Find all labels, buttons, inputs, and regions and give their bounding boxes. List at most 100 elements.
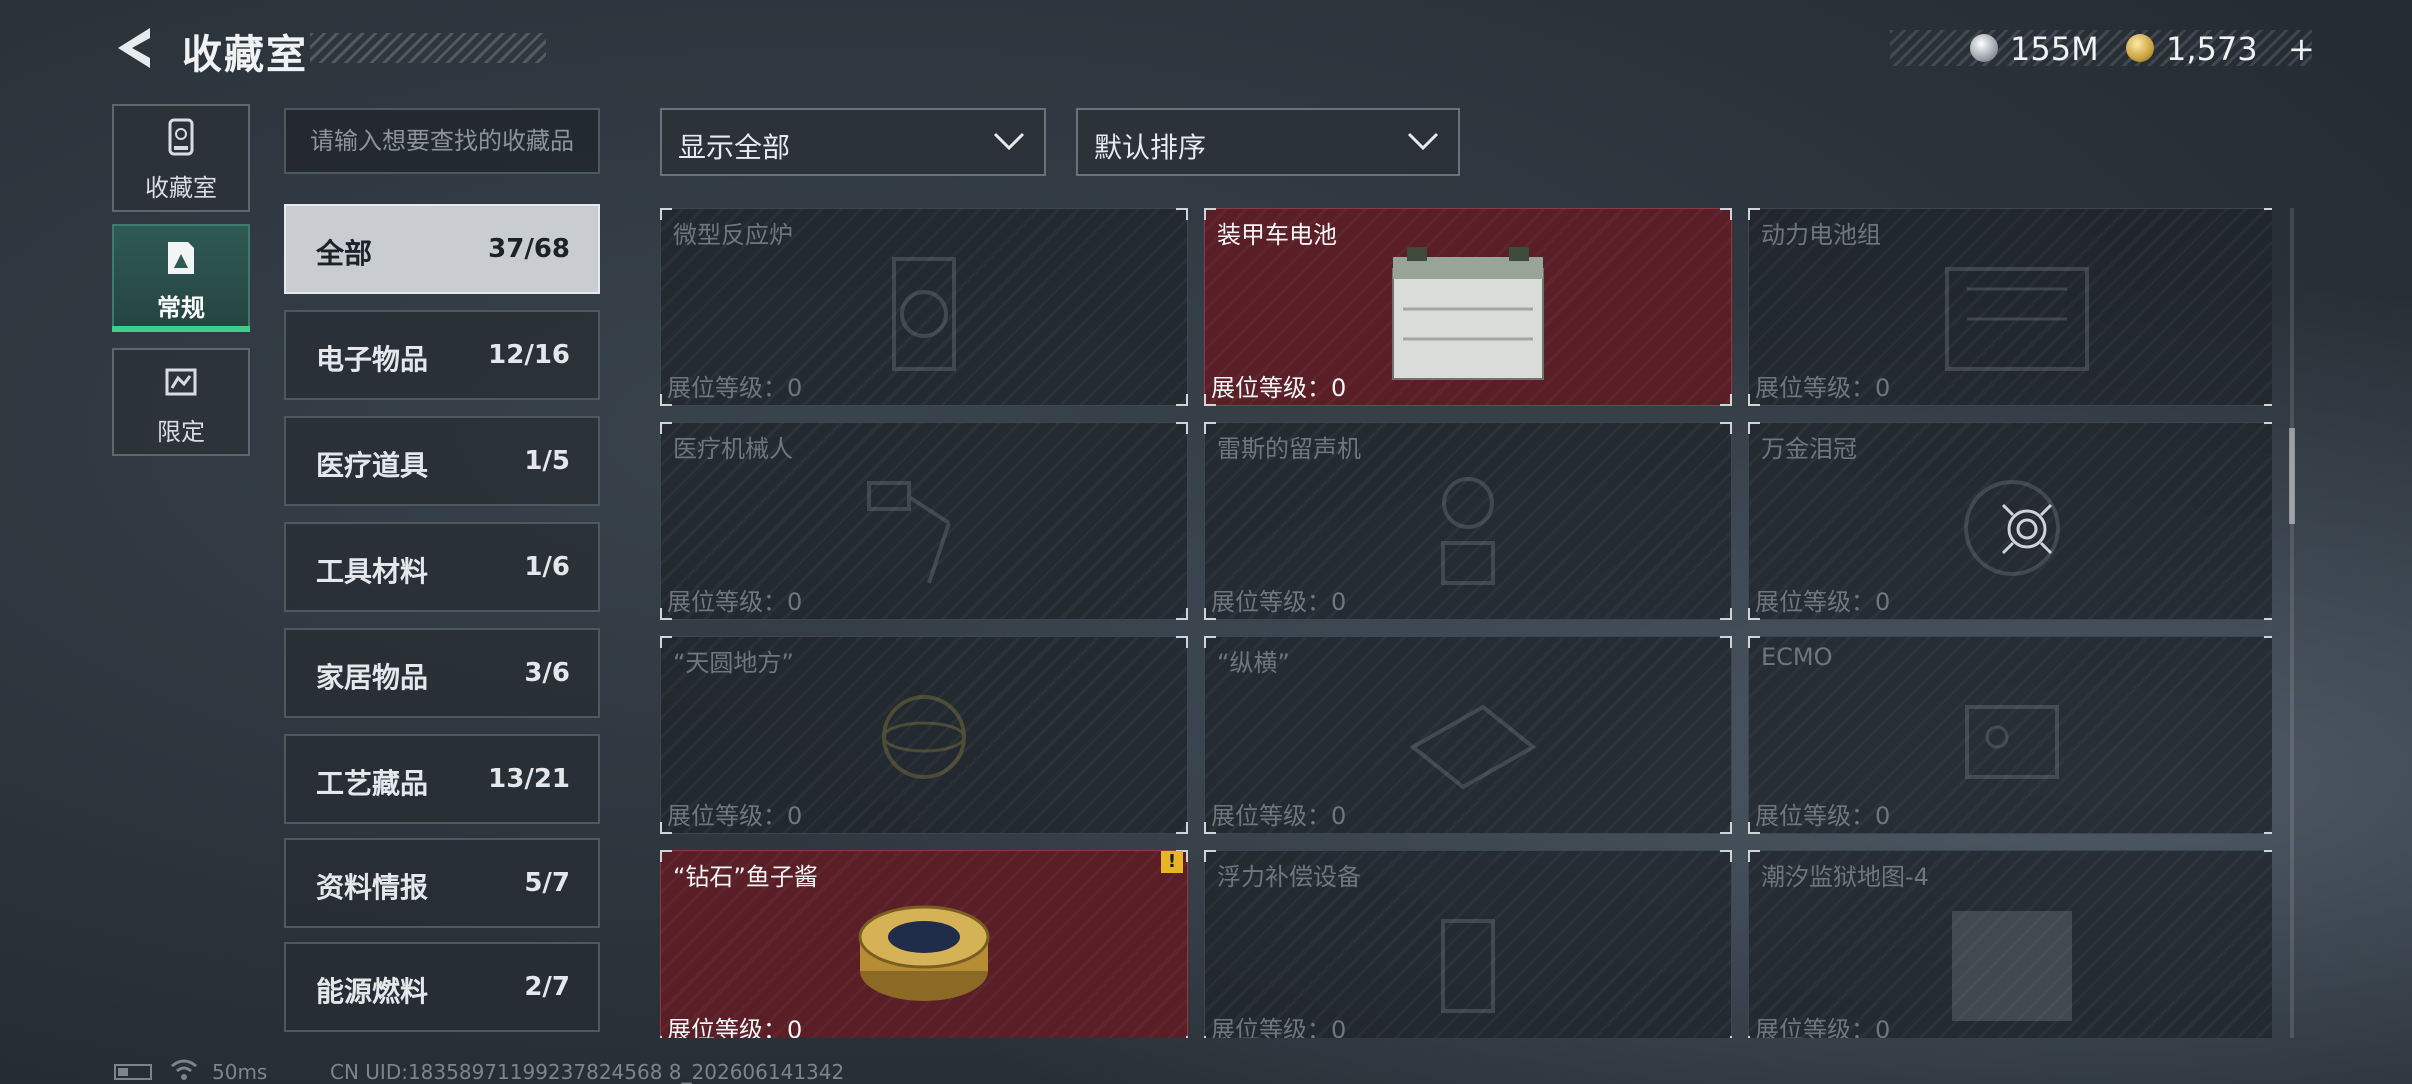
frame-icon <box>168 242 194 274</box>
category-name: 资料情报 <box>316 871 429 904</box>
tab-limited[interactable]: 限定 <box>112 348 250 456</box>
battery-pack-icon <box>1945 267 2089 371</box>
warning-badge-icon: ! <box>1161 851 1183 873</box>
scrollbar-track[interactable] <box>2290 208 2294 1038</box>
battery-icon <box>114 1064 152 1080</box>
add-currency-button[interactable]: + <box>2288 30 2315 68</box>
category-household[interactable]: 家居物品 3/6 <box>284 628 600 718</box>
item-card[interactable]: 雷斯的留声机 展位等级：0 <box>1204 422 1732 620</box>
category-count: 1/5 <box>524 446 570 476</box>
wifi-icon <box>171 1059 197 1080</box>
category-all[interactable]: 全部 37/68 <box>284 204 600 294</box>
currency-bar: 155M 1,573 + <box>1890 30 2315 68</box>
item-card[interactable]: 装甲车电池 展位等级：0 <box>1204 208 1732 406</box>
category-medical[interactable]: 医疗道具 1/5 <box>284 416 600 506</box>
item-card[interactable]: 万金泪冠 展位等级：0 <box>1748 422 2272 620</box>
item-name: ECMO <box>1761 643 1833 671</box>
gramophone-icon <box>1441 477 1495 585</box>
uid-text: CN UID:18358971199237824568 8_2026061413… <box>330 1060 845 1084</box>
item-name: 动力电池组 <box>1761 221 1881 249</box>
title-decoration <box>310 33 546 63</box>
item-card[interactable]: ! “钻石”鱼子酱 展位等级：0 <box>660 850 1188 1038</box>
robot-icon <box>867 481 951 584</box>
category-count: 2/7 <box>524 972 570 1002</box>
ping-text: 50ms <box>212 1060 268 1084</box>
item-level: 展位等级：0 <box>1755 1016 1891 1038</box>
item-card[interactable]: “天圆地方” 展位等级：0 <box>660 636 1188 834</box>
active-tab-indicator <box>112 326 250 332</box>
item-level: 展位等级：0 <box>1755 802 1891 830</box>
item-card[interactable]: ECMO 展位等级：0 <box>1748 636 2272 834</box>
item-card[interactable]: 医疗机械人 展位等级：0 <box>660 422 1188 620</box>
reactor-icon <box>892 257 956 371</box>
page-title: 收藏室 <box>182 32 308 78</box>
silver-coin-icon <box>1970 34 1998 62</box>
item-card[interactable]: 动力电池组 展位等级：0 <box>1748 208 2272 406</box>
category-name: 工具材料 <box>316 555 429 588</box>
category-fuel[interactable]: 能源燃料 2/7 <box>284 942 600 1032</box>
chevron-down-icon <box>1407 132 1439 151</box>
item-card[interactable]: “纵横” 展位等级：0 <box>1204 636 1732 834</box>
item-level: 展位等级：0 <box>1211 802 1347 830</box>
category-name: 医疗道具 <box>316 449 429 482</box>
category-name: 全部 <box>316 237 373 270</box>
item-card[interactable]: 浮力补偿设备 展位等级：0 <box>1204 850 1732 1038</box>
item-card[interactable]: 微型反应炉 展位等级：0 <box>660 208 1188 406</box>
tab-label: 常规 <box>157 294 205 322</box>
item-name: “钻石”鱼子酱 <box>673 863 818 891</box>
category-count: 1/6 <box>524 552 570 582</box>
item-level: 展位等级：0 <box>1755 374 1891 402</box>
chevron-down-icon <box>993 132 1025 151</box>
item-name: 浮力补偿设备 <box>1217 863 1361 891</box>
tab-collection-room[interactable]: 收藏室 <box>112 104 250 212</box>
tab-label: 收藏室 <box>145 174 217 202</box>
filter-dropdown[interactable]: 显示全部 <box>660 108 1046 176</box>
item-level: 展位等级：0 <box>667 374 803 402</box>
item-name: 雷斯的留声机 <box>1217 435 1361 463</box>
item-level: 展位等级：0 <box>1211 374 1347 402</box>
chessboard-icon <box>1409 704 1537 790</box>
item-level: 展位等级：0 <box>1755 588 1891 616</box>
category-name: 家居物品 <box>316 661 429 694</box>
category-name: 电子物品 <box>316 343 429 376</box>
target-icon <box>2001 503 2053 555</box>
item-name: “天圆地方” <box>673 649 794 677</box>
category-name: 工艺藏品 <box>316 767 429 800</box>
ecmo-machine-icon <box>1965 705 2059 779</box>
prison-map-icon <box>1952 911 2072 1021</box>
search-box[interactable] <box>284 108 600 174</box>
caviar-tin-icon <box>858 905 990 1001</box>
cabinet-icon <box>168 118 194 156</box>
item-level: 展位等级：0 <box>667 802 803 830</box>
back-button[interactable] <box>110 22 160 74</box>
armillary-icon <box>882 695 966 779</box>
sort-dropdown[interactable]: 默认排序 <box>1076 108 1460 176</box>
item-level: 展位等级：0 <box>667 1016 803 1038</box>
item-name: 万金泪冠 <box>1761 435 1857 463</box>
item-level: 展位等级：0 <box>1211 588 1347 616</box>
category-count: 13/21 <box>488 764 570 794</box>
map-icon <box>165 368 197 396</box>
collection-grid: 微型反应炉 展位等级：0 装甲车电池 展位等级：0 动力电池组 展位等级：0 医… <box>660 208 2272 1038</box>
currency-amount-gold: 1,573 <box>2166 30 2258 68</box>
item-level: 展位等级：0 <box>1211 1016 1347 1038</box>
battery-icon <box>1392 247 1544 380</box>
item-name: “纵横” <box>1217 649 1290 677</box>
search-input[interactable] <box>308 126 592 156</box>
tab-normal[interactable]: 常规 <box>112 224 250 332</box>
category-count: 37/68 <box>488 234 570 264</box>
item-level: 展位等级：0 <box>667 588 803 616</box>
category-intel[interactable]: 资料情报 5/7 <box>284 838 600 928</box>
category-tools[interactable]: 工具材料 1/6 <box>284 522 600 612</box>
category-electronics[interactable]: 电子物品 12/16 <box>284 310 600 400</box>
item-name: 医疗机械人 <box>673 435 793 463</box>
gold-coin-icon <box>2126 34 2154 62</box>
category-count: 3/6 <box>524 658 570 688</box>
category-count: 5/7 <box>524 868 570 898</box>
category-crafts[interactable]: 工艺藏品 13/21 <box>284 734 600 824</box>
item-name: 装甲车电池 <box>1217 221 1337 249</box>
item-card[interactable]: 潮汐监狱地图-4 展位等级：0 <box>1748 850 2272 1038</box>
filter-dropdown-value: 显示全部 <box>678 131 791 164</box>
scrollbar-thumb[interactable] <box>2289 428 2295 524</box>
currency-amount-silver: 155M <box>2010 30 2099 68</box>
